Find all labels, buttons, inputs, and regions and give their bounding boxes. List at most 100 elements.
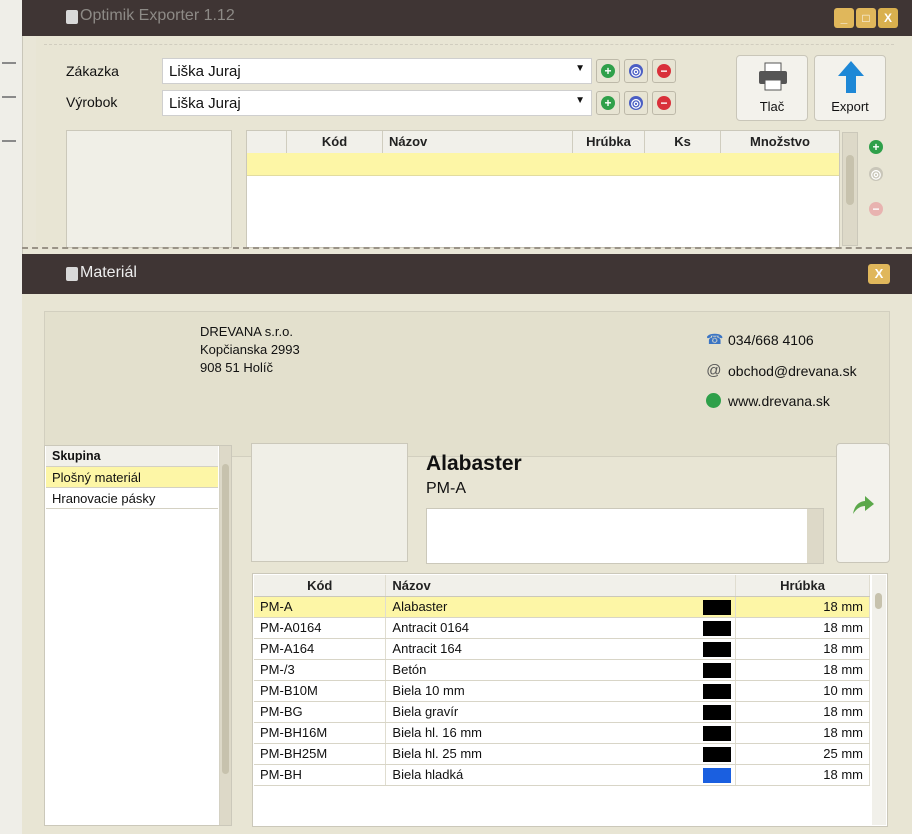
company-web[interactable]: www.drevana.sk xyxy=(728,393,830,409)
parts-edit-button[interactable]: ◎ xyxy=(864,162,888,186)
group-item-plosny-material[interactable]: Plošný materiál xyxy=(46,467,218,488)
material-thickness-cell: 18 mm xyxy=(735,701,870,723)
color-swatch xyxy=(703,725,732,741)
table-row[interactable]: PM-B10M Biela 10 mm 10 mm xyxy=(254,680,870,702)
apply-material-button[interactable] xyxy=(836,443,890,563)
material-thickness-cell: 18 mm xyxy=(735,638,870,660)
material-code-cell: PM-BH25M xyxy=(254,743,387,765)
table-row[interactable]: PM-BH25M Biela hl. 25 mm 25 mm xyxy=(254,743,870,765)
minus-icon: − xyxy=(657,96,671,110)
at-icon: @ xyxy=(706,362,722,379)
material-name-text: Biela gravír xyxy=(392,704,459,719)
grid-header-kod[interactable]: Kód xyxy=(287,131,383,153)
zakazka-value: Liška Juraj xyxy=(169,63,241,80)
left-edge-strip xyxy=(0,0,23,834)
parts-grid[interactable]: Kód Názov Hrúbka Ks Množstvo xyxy=(246,130,840,248)
vyrobok-value: Liška Juraj xyxy=(169,95,241,112)
plus-icon: + xyxy=(601,96,615,110)
phone-icon: ☎ xyxy=(706,331,724,347)
material-name-text: Betón xyxy=(392,662,427,677)
color-swatch xyxy=(703,704,732,720)
image-preview xyxy=(66,130,232,248)
app-icon xyxy=(66,10,78,24)
material-code-cell: PM-BH xyxy=(254,764,387,786)
dialog-close-button[interactable]: X xyxy=(868,264,890,284)
zakazka-edit-button[interactable]: ◎ xyxy=(624,59,648,83)
material-table[interactable]: Kód Názov Hrúbka PM-A Alabaster 18 mm PM-A0… xyxy=(254,575,870,786)
globe-icon xyxy=(706,393,721,408)
table-row[interactable]: PM-A0164 Antracit 0164 18 mm xyxy=(254,617,870,639)
material-table-scrollbar[interactable] xyxy=(872,575,886,825)
printer-icon xyxy=(759,62,787,91)
vyrobok-remove-button[interactable]: − xyxy=(652,91,676,115)
grid-header-ks[interactable]: Ks xyxy=(645,131,721,153)
group-list-scrollbar[interactable] xyxy=(219,446,231,825)
group-item-hranovacie-pasky[interactable]: Hranovacie pásky xyxy=(46,488,218,509)
company-email[interactable]: obchod@drevana.sk xyxy=(728,363,857,379)
vyrobok-label: Výrobok xyxy=(66,94,118,110)
group-list-header: Skupina xyxy=(46,446,218,467)
material-name-text: Antracit 0164 xyxy=(392,620,470,635)
note-scrollbar[interactable] xyxy=(807,509,823,563)
material-name-text: Alabaster xyxy=(392,599,448,614)
color-swatch xyxy=(703,641,732,657)
color-swatch xyxy=(703,620,732,636)
stitch-line xyxy=(22,247,912,249)
material-thickness-cell: 18 mm xyxy=(735,659,870,681)
close-button[interactable]: X xyxy=(878,8,898,28)
table-row[interactable]: PM-/3 Betón 18 mm xyxy=(254,659,870,681)
export-button[interactable]: Export xyxy=(814,55,886,121)
material-name-text: Biela hl. 25 mm xyxy=(392,746,483,761)
material-thickness-cell: 18 mm xyxy=(735,617,870,639)
material-code-cell: PM-A0164 xyxy=(254,617,387,639)
material-thickness-cell: 18 mm xyxy=(735,764,870,786)
globe-icon: ◎ xyxy=(629,96,643,110)
parts-remove-button[interactable]: − xyxy=(864,197,888,221)
table-row[interactable]: PM-BG Biela gravír 18 mm xyxy=(254,701,870,723)
arrow-up-icon xyxy=(838,61,864,93)
vyrobok-combo[interactable]: Liška Juraj ▼ xyxy=(162,90,592,116)
table-row[interactable]: PM-A Alabaster 18 mm xyxy=(254,596,870,618)
grid-new-row[interactable] xyxy=(247,153,839,176)
maximize-button[interactable]: □ xyxy=(856,8,876,28)
table-row[interactable]: PM-A164 Antracit 164 18 mm xyxy=(254,638,870,660)
material-code-cell: PM-BH16M xyxy=(254,722,387,744)
grid-header-hrubka[interactable]: Hrúbka xyxy=(573,131,645,153)
print-button[interactable]: Tlač xyxy=(736,55,808,121)
material-code-cell: PM-A164 xyxy=(254,638,387,660)
material-code: PM-A xyxy=(426,480,466,497)
group-list[interactable]: Skupina Plošný materiál Hranovacie pásky xyxy=(44,445,232,826)
company-phone: 034/668 4106 xyxy=(728,332,814,348)
material-code-cell: PM-B10M xyxy=(254,680,387,702)
minus-icon: − xyxy=(657,64,671,78)
export-label: Export xyxy=(831,99,869,114)
grid-header-nazov[interactable]: Názov xyxy=(383,131,573,153)
plus-icon: + xyxy=(869,140,883,154)
zakazka-add-button[interactable]: + xyxy=(596,59,620,83)
zakazka-remove-button[interactable]: − xyxy=(652,59,676,83)
material-code-cell: PM-BG xyxy=(254,701,387,723)
grid-header-mnozstvo[interactable]: Množstvo xyxy=(721,131,839,153)
color-swatch xyxy=(703,767,732,783)
vyrobok-add-button[interactable]: + xyxy=(596,91,620,115)
table-row[interactable]: PM-BH Biela hladká 18 mm xyxy=(254,764,870,786)
chevron-down-icon: ▼ xyxy=(575,95,585,106)
minimize-button[interactable]: _ xyxy=(834,8,854,28)
material-thickness-cell: 18 mm xyxy=(735,596,870,618)
col-header-nazov[interactable]: Názov xyxy=(385,575,737,597)
material-note-field[interactable] xyxy=(426,508,824,564)
table-row[interactable]: PM-BH16M Biela hl. 16 mm 18 mm xyxy=(254,722,870,744)
main-titlebar: Optimik Exporter 1.12 _ □ X xyxy=(22,0,912,36)
print-label: Tlač xyxy=(759,99,785,114)
material-thickness-cell: 10 mm xyxy=(735,680,870,702)
zakazka-combo[interactable]: Liška Juraj ▼ xyxy=(162,58,592,84)
col-header-kod[interactable]: Kód xyxy=(254,575,387,597)
minus-icon: − xyxy=(869,202,883,216)
vyrobok-edit-button[interactable]: ◎ xyxy=(624,91,648,115)
dialog-titlebar: Materiál xyxy=(22,254,912,294)
col-header-hrubka[interactable]: Hrúbka xyxy=(735,575,870,597)
material-code-cell: PM-A xyxy=(254,596,387,618)
parts-grid-scrollbar[interactable] xyxy=(842,132,858,246)
material-thickness-cell: 18 mm xyxy=(735,722,870,744)
parts-add-button[interactable]: + xyxy=(864,135,888,159)
